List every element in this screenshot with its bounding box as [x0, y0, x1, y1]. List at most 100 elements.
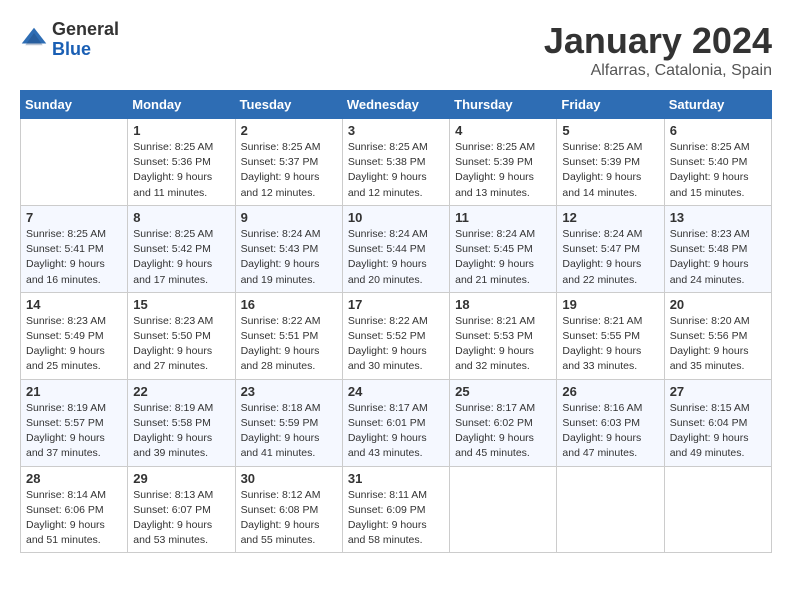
calendar-day-cell: 22 Sunrise: 8:19 AMSunset: 5:58 PMDayligh… [128, 379, 235, 466]
calendar-day-cell [21, 119, 128, 206]
calendar-day-cell: 16 Sunrise: 8:22 AMSunset: 5:51 PMDayligh… [235, 292, 342, 379]
day-info: Sunrise: 8:22 AMSunset: 5:51 PMDaylight:… [241, 314, 337, 375]
day-number: 9 [241, 210, 337, 225]
day-info: Sunrise: 8:25 AMSunset: 5:40 PMDaylight:… [670, 140, 766, 201]
day-info: Sunrise: 8:24 AMSunset: 5:43 PMDaylight:… [241, 227, 337, 288]
calendar-day-cell: 13Sunrise: 8:23 AMSunset: 5:48 PMDayligh… [664, 205, 771, 292]
calendar-table: SundayMondayTuesdayWednesdayThursdayFrid… [20, 90, 772, 553]
calendar-day-cell: 11 Sunrise: 8:24 AMSunset: 5:45 PMDayligh… [450, 205, 557, 292]
logo-icon [20, 26, 48, 54]
calendar-day-cell: 2 Sunrise: 8:25 AMSunset: 5:37 PMDaylight… [235, 119, 342, 206]
calendar-day-cell: 12 Sunrise: 8:24 AMSunset: 5:47 PMDayligh… [557, 205, 664, 292]
day-number: 24 [348, 384, 444, 399]
day-number: 12 [562, 210, 658, 225]
day-info: Sunrise: 8:24 AMSunset: 5:44 PMDaylight:… [348, 227, 444, 288]
weekday-header-cell: Friday [557, 91, 664, 119]
header: General Blue January 2024 Alfarras, Cata… [20, 20, 772, 80]
day-number: 8 [133, 210, 229, 225]
day-number: 25 [455, 384, 551, 399]
calendar-day-cell: 26 Sunrise: 8:16 AMSunset: 6:03 PMDayligh… [557, 379, 664, 466]
day-number: 29 [133, 471, 229, 486]
day-number: 30 [241, 471, 337, 486]
calendar-day-cell: 18 Sunrise: 8:21 AMSunset: 5:53 PMDayligh… [450, 292, 557, 379]
calendar-week-row: 28 Sunrise: 8:14 AMSunset: 6:06 PMDayligh… [21, 466, 772, 553]
calendar-week-row: 14Sunrise: 8:23 AMSunset: 5:49 PMDayligh… [21, 292, 772, 379]
day-info: Sunrise: 8:25 AMSunset: 5:41 PMDaylight:… [26, 227, 122, 288]
day-info: Sunrise: 8:19 AMSunset: 5:57 PMDaylight:… [26, 401, 122, 462]
day-info: Sunrise: 8:12 AMSunset: 6:08 PMDaylight:… [241, 488, 337, 549]
day-number: 7 [26, 210, 122, 225]
calendar-day-cell: 7 Sunrise: 8:25 AMSunset: 5:41 PMDaylight… [21, 205, 128, 292]
day-number: 11 [455, 210, 551, 225]
day-number: 5 [562, 123, 658, 138]
day-number: 2 [241, 123, 337, 138]
day-number: 15 [133, 297, 229, 312]
day-number: 4 [455, 123, 551, 138]
day-info: Sunrise: 8:22 AMSunset: 5:52 PMDaylight:… [348, 314, 444, 375]
day-info: Sunrise: 8:21 AMSunset: 5:55 PMDaylight:… [562, 314, 658, 375]
calendar-day-cell: 31 Sunrise: 8:11 AMSunset: 6:09 PMDayligh… [342, 466, 449, 553]
calendar-day-cell: 25 Sunrise: 8:17 AMSunset: 6:02 PMDayligh… [450, 379, 557, 466]
day-number: 26 [562, 384, 658, 399]
logo-general-text: General [52, 19, 119, 39]
weekday-header-cell: Thursday [450, 91, 557, 119]
day-info: Sunrise: 8:14 AMSunset: 6:06 PMDaylight:… [26, 488, 122, 549]
weekday-header-cell: Wednesday [342, 91, 449, 119]
calendar-day-cell [557, 466, 664, 553]
day-info: Sunrise: 8:16 AMSunset: 6:03 PMDaylight:… [562, 401, 658, 462]
day-info: Sunrise: 8:23 AMSunset: 5:50 PMDaylight:… [133, 314, 229, 375]
day-info: Sunrise: 8:15 AMSunset: 6:04 PMDaylight:… [670, 401, 766, 462]
day-number: 16 [241, 297, 337, 312]
calendar-day-cell: 6Sunrise: 8:25 AMSunset: 5:40 PMDaylight… [664, 119, 771, 206]
day-info: Sunrise: 8:24 AMSunset: 5:45 PMDaylight:… [455, 227, 551, 288]
day-info: Sunrise: 8:25 AMSunset: 5:38 PMDaylight:… [348, 140, 444, 201]
calendar-body: 1 Sunrise: 8:25 AMSunset: 5:36 PMDaylight… [21, 119, 772, 553]
day-info: Sunrise: 8:24 AMSunset: 5:47 PMDaylight:… [562, 227, 658, 288]
calendar-week-row: 21 Sunrise: 8:19 AMSunset: 5:57 PMDayligh… [21, 379, 772, 466]
day-number: 19 [562, 297, 658, 312]
weekday-header-cell: Monday [128, 91, 235, 119]
calendar-day-cell: 21 Sunrise: 8:19 AMSunset: 5:57 PMDayligh… [21, 379, 128, 466]
calendar-day-cell: 28 Sunrise: 8:14 AMSunset: 6:06 PMDayligh… [21, 466, 128, 553]
calendar-day-cell: 17Sunrise: 8:22 AMSunset: 5:52 PMDayligh… [342, 292, 449, 379]
day-info: Sunrise: 8:25 AMSunset: 5:42 PMDaylight:… [133, 227, 229, 288]
logo: General Blue [20, 20, 119, 60]
day-number: 14 [26, 297, 122, 312]
day-info: Sunrise: 8:19 AMSunset: 5:58 PMDaylight:… [133, 401, 229, 462]
weekday-header-row: SundayMondayTuesdayWednesdayThursdayFrid… [21, 91, 772, 119]
calendar-day-cell: 3 Sunrise: 8:25 AMSunset: 5:38 PMDaylight… [342, 119, 449, 206]
weekday-header-cell: Saturday [664, 91, 771, 119]
day-number: 31 [348, 471, 444, 486]
calendar-day-cell: 14Sunrise: 8:23 AMSunset: 5:49 PMDayligh… [21, 292, 128, 379]
day-number: 3 [348, 123, 444, 138]
day-number: 28 [26, 471, 122, 486]
calendar-week-row: 7 Sunrise: 8:25 AMSunset: 5:41 PMDaylight… [21, 205, 772, 292]
day-number: 22 [133, 384, 229, 399]
day-number: 23 [241, 384, 337, 399]
calendar-day-cell: 8 Sunrise: 8:25 AMSunset: 5:42 PMDaylight… [128, 205, 235, 292]
day-number: 20 [670, 297, 766, 312]
day-info: Sunrise: 8:18 AMSunset: 5:59 PMDaylight:… [241, 401, 337, 462]
calendar-day-cell: 15 Sunrise: 8:23 AMSunset: 5:50 PMDayligh… [128, 292, 235, 379]
day-number: 10 [348, 210, 444, 225]
calendar-day-cell: 19 Sunrise: 8:21 AMSunset: 5:55 PMDayligh… [557, 292, 664, 379]
day-info: Sunrise: 8:21 AMSunset: 5:53 PMDaylight:… [455, 314, 551, 375]
day-info: Sunrise: 8:25 AMSunset: 5:37 PMDaylight:… [241, 140, 337, 201]
logo-blue-text: Blue [52, 39, 91, 59]
day-info: Sunrise: 8:11 AMSunset: 6:09 PMDaylight:… [348, 488, 444, 549]
day-info: Sunrise: 8:17 AMSunset: 6:02 PMDaylight:… [455, 401, 551, 462]
day-number: 21 [26, 384, 122, 399]
day-info: Sunrise: 8:25 AMSunset: 5:36 PMDaylight:… [133, 140, 229, 201]
calendar-day-cell: 9 Sunrise: 8:24 AMSunset: 5:43 PMDaylight… [235, 205, 342, 292]
calendar-day-cell [450, 466, 557, 553]
calendar-day-cell: 23 Sunrise: 8:18 AMSunset: 5:59 PMDayligh… [235, 379, 342, 466]
calendar-day-cell: 27Sunrise: 8:15 AMSunset: 6:04 PMDayligh… [664, 379, 771, 466]
calendar-day-cell [664, 466, 771, 553]
day-info: Sunrise: 8:23 AMSunset: 5:48 PMDaylight:… [670, 227, 766, 288]
day-number: 18 [455, 297, 551, 312]
weekday-header-cell: Sunday [21, 91, 128, 119]
day-number: 1 [133, 123, 229, 138]
location-title: Alfarras, Catalonia, Spain [544, 62, 772, 80]
title-area: January 2024 Alfarras, Catalonia, Spain [544, 20, 772, 80]
calendar-day-cell: 10 Sunrise: 8:24 AMSunset: 5:44 PMDayligh… [342, 205, 449, 292]
